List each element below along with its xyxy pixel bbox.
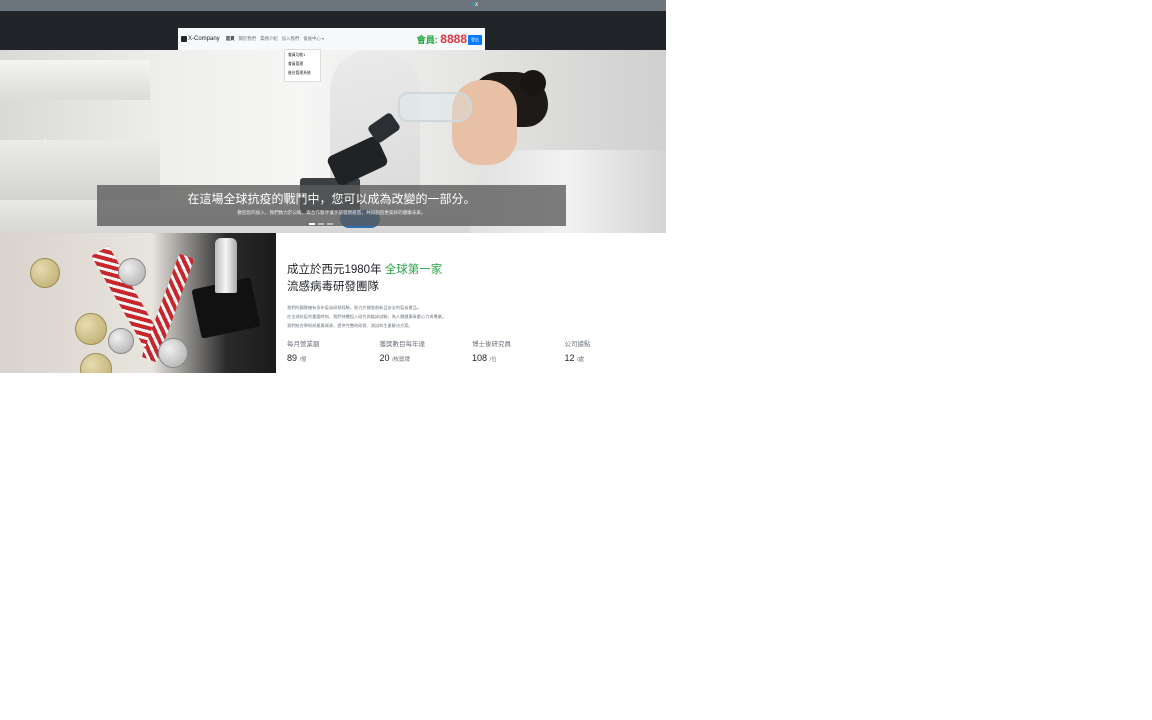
- hero-caption: 在這場全球抗疫的戰鬥中，您可以成為改變的一部分。 歡迎您的加入，我們致力於公衛，…: [97, 185, 566, 226]
- nav-item-about[interactable]: 關於我們: [238, 36, 256, 42]
- carousel-indicators: [309, 223, 333, 225]
- trophy: [215, 238, 237, 293]
- stat-label: 公司據點: [564, 341, 591, 348]
- company-logo-icon: [181, 36, 187, 42]
- member-label: 會員:: [416, 35, 438, 45]
- hero-carousel: ‹ 在這場全球抗疫的戰鬥中，您可以成為改變的一部分。 歡迎您的加入，我們致力於公…: [0, 50, 666, 233]
- gold-medal: [30, 258, 60, 288]
- gold-medal: [75, 313, 107, 345]
- dropdown-item-admin-system[interactable]: 後台管理系統: [285, 68, 320, 77]
- hero-title: 在這場全球抗疫的戰鬥中，您可以成為改變的一部分。: [187, 192, 476, 206]
- stat-value-wrap: 89 /億: [287, 353, 380, 363]
- stat-label: 每月營業額: [287, 341, 320, 348]
- caret-down-icon: [321, 37, 324, 40]
- about-heading-line1: 成立於西元1980年 全球第一家: [287, 262, 657, 279]
- silver-medal: [158, 338, 188, 368]
- nav-item-business[interactable]: 業務介紹: [260, 36, 278, 42]
- nav-links: 首頁 關於我們 業務介紹 加入我們 會員中心: [226, 36, 324, 42]
- stat-value-wrap: 20 /枚獎牌: [380, 353, 473, 363]
- main-navbar: X-Company 首頁 關於我們 業務介紹 加入我們 會員中心 會員: 888…: [178, 28, 485, 50]
- nav-item-member-label: 會員中心: [303, 36, 321, 41]
- stats-row: 每月營業額 89 /億 獲獎數目每年達 20 /枚獎牌 博士後研究員 108 /…: [287, 340, 657, 363]
- about-heading-prefix: 成立於西元1980年: [287, 264, 382, 276]
- stat-unit: /處: [577, 357, 585, 363]
- stat-unit: /位: [489, 357, 497, 363]
- top-bar: x: [0, 0, 666, 11]
- lab-shelf: [0, 60, 150, 100]
- stat-unit: /枚獎牌: [392, 357, 411, 363]
- about-heading-highlight: 全球第一家: [384, 264, 443, 276]
- info-dot-icon: [471, 2, 474, 6]
- scientist-bun: [520, 70, 546, 96]
- nav-item-member-dropdown[interactable]: 會員中心: [303, 36, 324, 42]
- safety-goggles: [398, 92, 472, 122]
- stat-value-wrap: 12 /處: [565, 353, 658, 363]
- logout-button[interactable]: 登出: [468, 35, 482, 45]
- carousel-indicator-3[interactable]: [327, 223, 333, 225]
- silver-medal: [118, 258, 146, 286]
- medals-image: [0, 233, 276, 373]
- brand-logo[interactable]: X-Company: [181, 36, 220, 42]
- page-frame: x X-Company 首頁 關於我們 業務介紹 加入我們 會員中心 會員: 8…: [0, 0, 666, 373]
- stat-value: 20: [379, 353, 390, 363]
- stat-locations: 公司據點 12 /處: [565, 340, 658, 363]
- carousel-indicator-2[interactable]: [318, 223, 324, 225]
- dropdown-item-member-function[interactable]: 會員功能1: [285, 50, 320, 59]
- stat-label: 博士後研究員: [472, 341, 511, 348]
- member-number: 8888: [440, 32, 467, 46]
- gold-medal: [80, 353, 112, 373]
- nav-item-join[interactable]: 加入我們: [282, 36, 300, 42]
- stat-value-wrap: 108 /位: [472, 353, 565, 363]
- member-dropdown-menu: 會員功能1 會員管理 後台管理系統: [284, 49, 321, 82]
- about-paragraph-2: 在全球抗疫的重要時刻，我們持續投入研究與臨床試驗，為人類健康貢獻心力與專業。: [287, 314, 447, 319]
- stat-postdocs: 博士後研究員 108 /位: [472, 340, 565, 363]
- hero-subtitle: 歡迎您的加入，我們致力於公衛，與合作夥伴攜手研發新疫苗，共同創造更美好的健康未來…: [237, 210, 426, 215]
- stat-awards: 獲獎數目每年達 20 /枚獎牌: [380, 340, 473, 363]
- stat-value: 108: [472, 353, 488, 363]
- about-section: 成立於西元1980年 全球第一家 流感病毒研發團隊 我們的團隊擁有多年疫苗研發經…: [287, 262, 657, 330]
- nav-item-home[interactable]: 首頁: [226, 36, 235, 42]
- close-notice-button[interactable]: x: [471, 2, 479, 9]
- silver-medal: [108, 328, 134, 354]
- member-display: 會員: 8888: [417, 32, 467, 46]
- brand-name: X-Company: [188, 36, 220, 42]
- stat-value: 12: [564, 353, 575, 363]
- stat-label: 獲獎數目每年達: [379, 341, 426, 348]
- dropdown-item-member-management[interactable]: 會員管理: [285, 59, 320, 68]
- stat-value: 89: [287, 353, 298, 363]
- carousel-prev-icon[interactable]: ‹: [44, 137, 46, 144]
- about-heading-line2: 流感病毒研發團隊: [287, 281, 379, 293]
- stat-unit: /億: [299, 357, 307, 363]
- about-paragraph-1: 我們的團隊擁有多年疫苗研發經驗，致力於開發創新且安全的疫苗產品。: [287, 305, 422, 310]
- about-description: 我們的團隊擁有多年疫苗研發經驗，致力於開發創新且安全的疫苗產品。 在全球抗疫的重…: [287, 303, 657, 330]
- about-paragraph-3: 我們結合學術與產業資源，提供完整的研發、測試與生產解決方案。: [287, 323, 413, 328]
- carousel-indicator-1[interactable]: [309, 223, 315, 225]
- stat-monthly-revenue: 每月營業額 89 /億: [287, 340, 380, 363]
